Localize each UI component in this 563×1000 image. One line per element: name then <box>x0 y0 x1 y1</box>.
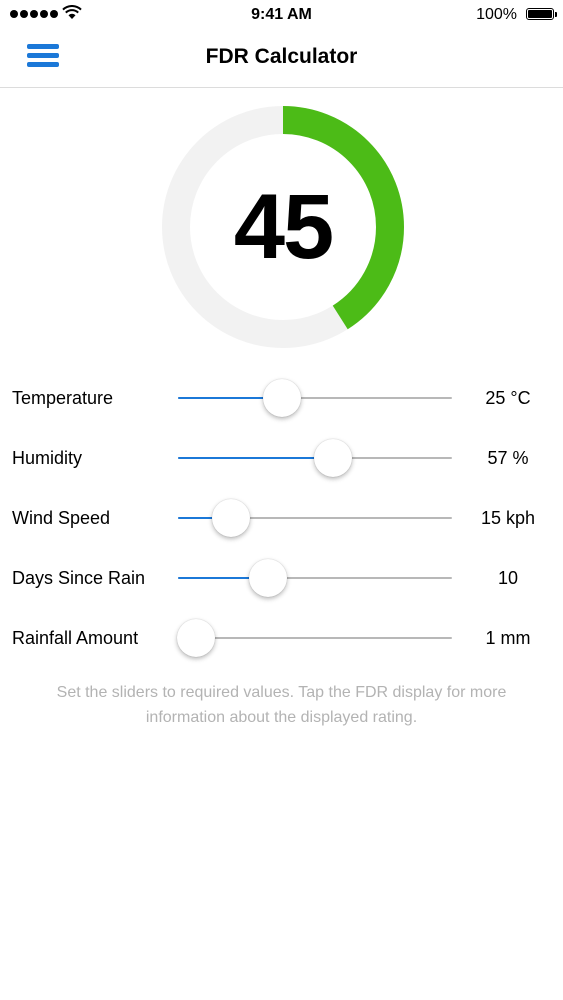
temperature-label: Temperature <box>12 388 114 408</box>
rainfall-amount-label: Rainfall Amount <box>12 628 139 648</box>
instructions-line-2: information about the displayed rating. <box>145 709 418 726</box>
slider-track <box>178 637 452 639</box>
slider-thumb[interactable] <box>313 439 352 477</box>
wind-speed-slider[interactable] <box>178 498 452 538</box>
wind-speed-label: Wind Speed <box>12 508 111 528</box>
slider-fill <box>178 457 333 459</box>
status-bar: 9:41 AM 100% <box>0 0 563 30</box>
wind-speed-value: 15 kph <box>480 508 536 528</box>
days-since-rain-label: Days Since Rain <box>12 568 146 588</box>
slider-thumb[interactable] <box>249 559 288 597</box>
rainfall-amount-row: Rainfall Amount 1 mm <box>0 618 563 658</box>
instructions-line-1: Set the sliders to required values. Tap … <box>56 684 507 701</box>
slider-thumb[interactable] <box>263 379 302 417</box>
slider-thumb[interactable] <box>176 619 215 657</box>
temperature-slider[interactable] <box>178 378 452 418</box>
fdr-value: 45 <box>233 175 334 278</box>
page-title: FDR Calculator <box>205 45 358 68</box>
rainfall-amount-slider[interactable] <box>176 618 452 658</box>
days-since-rain-slider[interactable] <box>178 558 452 598</box>
temperature-value: 25 °C <box>485 388 531 408</box>
humidity-label: Humidity <box>12 448 83 468</box>
navigation-bar: FDR Calculator <box>0 30 563 88</box>
rainfall-amount-value: 1 mm <box>485 628 531 648</box>
temperature-row: Temperature 25 °C <box>0 378 563 418</box>
humidity-value: 57 % <box>487 448 529 468</box>
days-since-rain-value: 10 <box>497 568 519 588</box>
slider-thumb[interactable] <box>212 499 251 537</box>
battery-icon <box>526 8 557 20</box>
days-since-rain-row: Days Since Rain 10 <box>0 558 563 598</box>
humidity-row: Humidity 57 % <box>0 438 563 478</box>
battery-percentage: 100% <box>476 6 517 23</box>
wind-speed-row: Wind Speed 15 kph <box>0 498 563 538</box>
instructions-text: Set the sliders to required values. Tap … <box>0 680 563 730</box>
humidity-slider[interactable] <box>178 438 452 478</box>
fdr-gauge[interactable]: 45 <box>161 105 405 349</box>
